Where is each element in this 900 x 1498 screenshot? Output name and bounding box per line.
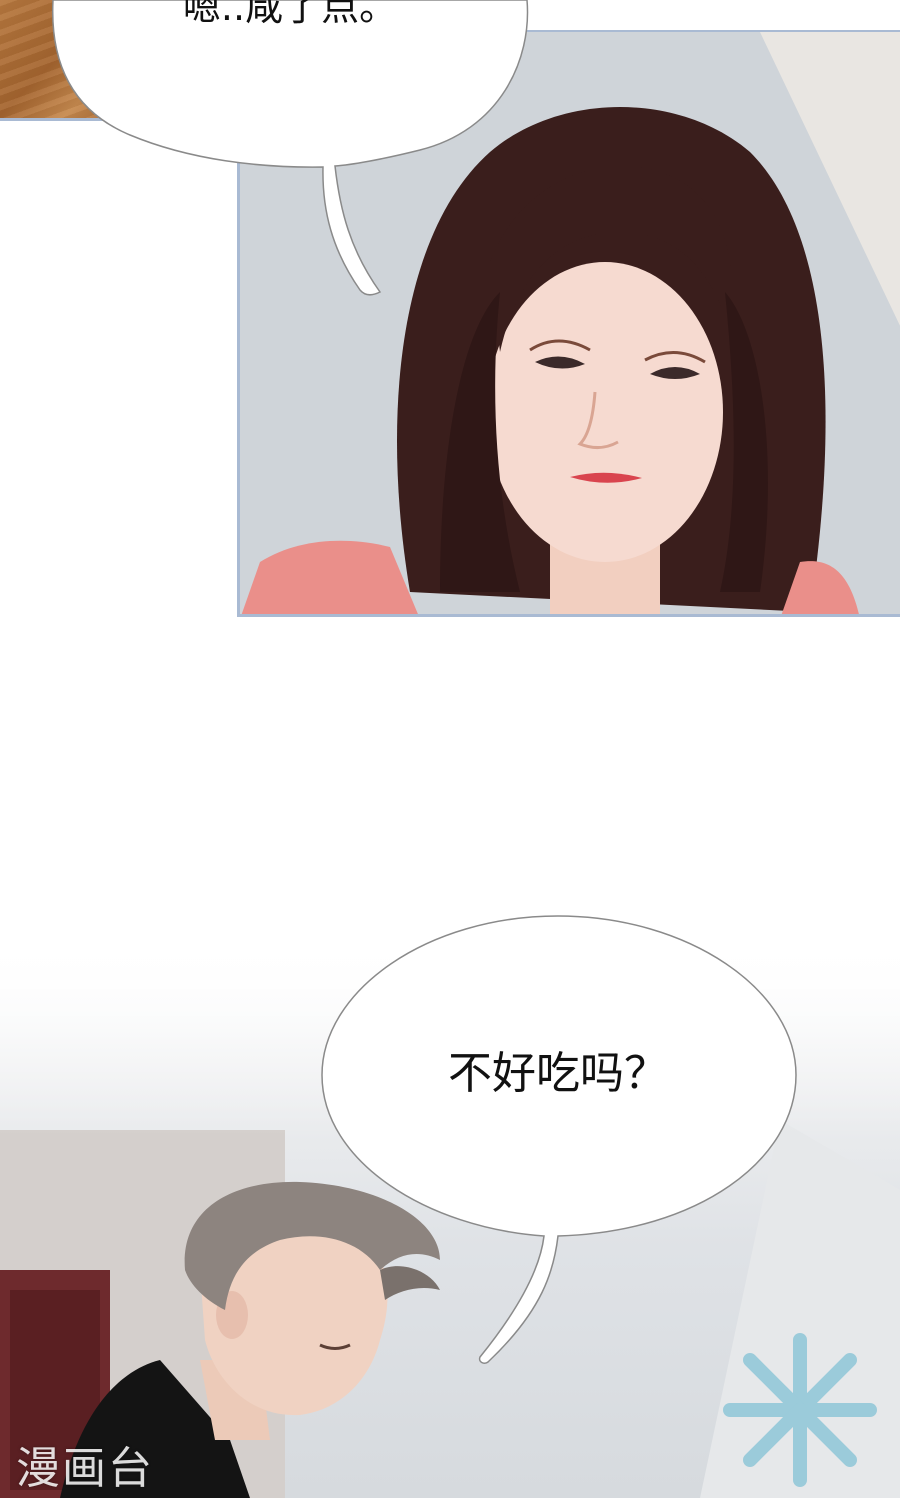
watermark-logo: 漫画台: [16, 1443, 154, 1494]
bottom-speech-bubble: 不好吃吗？: [321, 915, 797, 1364]
top-speech-bubble: 嗯..咸了点。: [51, 0, 529, 296]
bottom-bubble-text: 不好吃吗？: [448, 1048, 668, 1099]
top-bubble-text: 嗯..咸了点。: [183, 0, 397, 29]
comic-page: 嗯..咸了点。 不好吃吗？ 漫画台: [0, 0, 900, 1498]
